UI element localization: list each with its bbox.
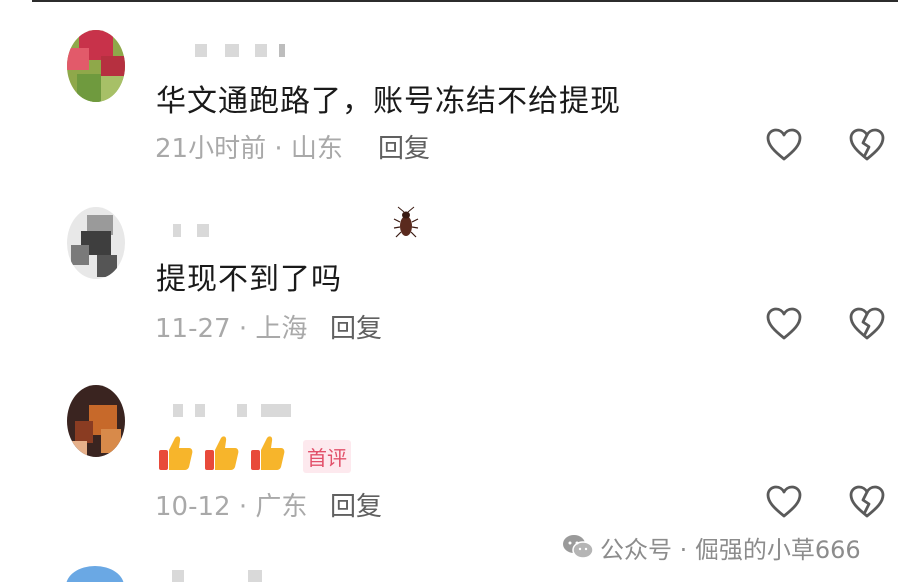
heart-icon[interactable] [766, 485, 802, 519]
broken-heart-icon[interactable] [849, 307, 885, 341]
wechat-icon [563, 535, 594, 559]
heart-icon[interactable] [766, 307, 802, 341]
avatar[interactable] [66, 566, 124, 582]
reply-button[interactable]: 回复 [330, 486, 382, 523]
comment-meta: 11-27 · 上海 [155, 314, 308, 344]
cockroach-icon [393, 206, 419, 238]
comment-item-3: 首评 10-12 · 广东 回复 [0, 0, 898, 522]
username-redacted [172, 570, 184, 582]
reply-button[interactable]: 回复 [330, 308, 382, 345]
avatar[interactable] [67, 385, 125, 457]
avatar[interactable] [67, 207, 125, 279]
first-comment-badge: 首评 [303, 440, 351, 473]
watermark-text: 公众号 · 倔强的小草666 [600, 535, 861, 564]
thumbs-up-icon [205, 436, 239, 470]
comment-list-screenshot: 华文通跑路了，账号冻结不给提现 21小时前 · 山东 回复 提现不到了吗 11-… [0, 0, 898, 582]
broken-heart-icon[interactable] [849, 485, 885, 519]
username-redacted [248, 570, 262, 582]
watermark: 公众号 · 倔强的小草666 [562, 532, 861, 564]
thumbs-up-icon [251, 436, 285, 470]
comment-meta: 10-12 · 广东 [155, 492, 308, 522]
comment-text: 提现不到了吗 [156, 262, 342, 297]
thumbs-up-icon [159, 436, 193, 470]
